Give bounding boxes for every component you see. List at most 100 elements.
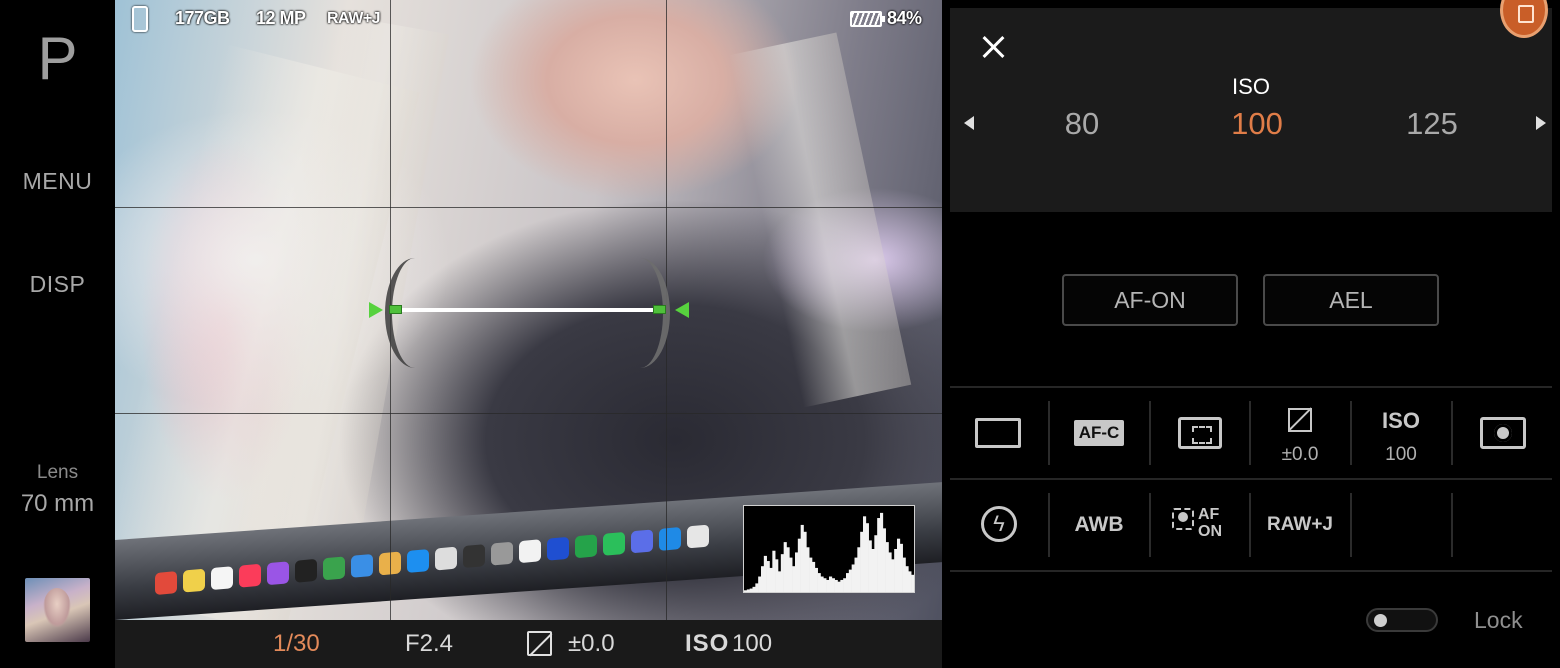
histogram-bar xyxy=(902,557,906,592)
last-photo-thumbnail[interactable] xyxy=(25,578,90,642)
histogram-bar xyxy=(806,547,810,592)
close-icon[interactable] xyxy=(978,32,1008,62)
histogram-bar xyxy=(778,571,782,592)
focus-area-icon xyxy=(1178,417,1222,449)
histogram-bar xyxy=(863,516,867,592)
lock-label: Lock xyxy=(1474,607,1523,633)
exposure-compensation-button[interactable]: ±0.0 xyxy=(1250,400,1350,466)
iso-option[interactable]: 125 xyxy=(1372,106,1492,142)
empty-slot xyxy=(1351,492,1451,558)
histogram-bar xyxy=(749,588,753,592)
histogram-bar xyxy=(880,512,884,592)
histogram-bar xyxy=(761,566,765,592)
focus-area-button[interactable] xyxy=(1150,400,1250,466)
histogram-bar xyxy=(908,571,912,592)
iso-option[interactable]: 80 xyxy=(1022,106,1142,142)
shooting-mode-indicator[interactable]: P xyxy=(0,24,115,93)
histogram-bar xyxy=(775,559,779,592)
exposure-compensation-value: ±0.0 xyxy=(1281,444,1319,465)
histogram-bar xyxy=(831,578,835,592)
focus-mode-button[interactable]: AF-C xyxy=(1049,400,1149,466)
lock-toggle[interactable] xyxy=(1366,608,1438,632)
histogram-bar xyxy=(826,579,830,592)
drive-mode-button[interactable] xyxy=(948,400,1048,466)
arrow-right-icon[interactable] xyxy=(1536,116,1546,130)
iso-value: 100 xyxy=(1385,444,1417,465)
histogram-bar xyxy=(758,576,762,592)
histogram-bar xyxy=(769,567,773,592)
histogram-bar xyxy=(846,573,850,592)
histogram-bar xyxy=(882,528,886,592)
histogram-bar xyxy=(891,559,895,592)
battery-level: 84% xyxy=(887,8,922,28)
histogram-bar xyxy=(871,549,875,592)
exposure-compensation-value[interactable]: ±0.0 xyxy=(568,630,615,658)
divider xyxy=(950,386,1552,388)
histogram-bar xyxy=(874,535,878,592)
histogram-bar xyxy=(789,557,793,592)
histogram-bar xyxy=(780,554,784,592)
exposure-compensation-icon xyxy=(527,631,552,656)
left-rail: P MENU DISP Lens 70 mm xyxy=(0,0,115,668)
iso-option-selected[interactable]: 100 xyxy=(1197,106,1317,142)
ael-button[interactable]: AEL xyxy=(1263,274,1439,326)
scene-hair-right xyxy=(728,32,912,408)
white-balance-label: AWB xyxy=(1074,513,1124,536)
file-format-button[interactable]: RAW+J xyxy=(1250,492,1350,558)
histogram-bar xyxy=(911,574,915,592)
histogram-bar xyxy=(809,557,813,592)
histogram-bar xyxy=(766,561,770,592)
histogram-bar xyxy=(843,578,847,592)
aperture-value[interactable]: F2.4 xyxy=(405,630,453,658)
histogram-plot xyxy=(744,512,915,592)
exposure-compensation-icon xyxy=(1288,408,1312,432)
white-balance-button[interactable]: AWB xyxy=(1049,492,1149,558)
phone-storage-icon xyxy=(132,6,148,32)
level-marker-left-icon xyxy=(369,302,383,318)
histogram-bar xyxy=(877,518,881,592)
iso-label: ISO xyxy=(685,630,730,657)
histogram-bar xyxy=(905,566,909,592)
iso-button[interactable]: ISO 100 xyxy=(1351,400,1451,466)
cell-separator xyxy=(1451,493,1453,557)
histogram-bar xyxy=(763,555,767,592)
file-format-label: RAW+J xyxy=(1267,514,1333,535)
flash-mode-button[interactable]: ϟ xyxy=(948,492,1048,558)
face-af-icon: AF ON xyxy=(1172,506,1228,546)
histogram-bar xyxy=(885,542,889,592)
histogram-bar xyxy=(899,543,903,592)
histogram-bar xyxy=(795,552,799,592)
iso-value[interactable]: 100 xyxy=(732,630,772,658)
histogram-bar xyxy=(860,531,864,592)
histogram-bar xyxy=(894,549,898,592)
histogram-bar xyxy=(897,538,901,592)
grid-line xyxy=(115,207,942,208)
metering-mode-button[interactable] xyxy=(1452,400,1552,466)
iso-label: ISO xyxy=(1382,408,1420,433)
histogram-bar xyxy=(865,523,869,592)
disp-button[interactable]: DISP xyxy=(0,271,115,298)
shutter-speed[interactable]: 1/30 xyxy=(273,630,320,658)
divider xyxy=(950,570,1552,572)
file-format: RAW+J xyxy=(327,10,381,27)
histogram-bar xyxy=(744,590,748,592)
iso-selector-panel: ISO 80 100 125 xyxy=(950,8,1552,212)
histogram-bar xyxy=(840,579,844,592)
lens-focal-length[interactable]: 70 mm xyxy=(0,490,115,518)
viewfinder[interactable]: 177GB 12 MP RAW+J 84% xyxy=(115,0,942,620)
histogram-bar xyxy=(800,524,804,592)
right-panel: ISO 80 100 125 AF-ON AEL AF-C ±0.0 ISO 1… xyxy=(942,0,1560,668)
face-eye-af-button[interactable]: AF ON xyxy=(1150,492,1250,558)
histogram-bar xyxy=(803,531,807,592)
arrow-left-icon[interactable] xyxy=(964,116,974,130)
histogram-bar xyxy=(772,550,776,592)
level-marker-right-icon xyxy=(675,302,689,318)
menu-button[interactable]: MENU xyxy=(0,168,115,195)
histogram-bar xyxy=(752,586,756,592)
histogram-bar xyxy=(823,578,827,592)
af-on-button[interactable]: AF-ON xyxy=(1062,274,1238,326)
storage-remaining: 177GB xyxy=(175,8,230,28)
divider xyxy=(950,478,1552,480)
histogram-bar xyxy=(812,561,816,592)
metering-icon xyxy=(1480,417,1526,449)
